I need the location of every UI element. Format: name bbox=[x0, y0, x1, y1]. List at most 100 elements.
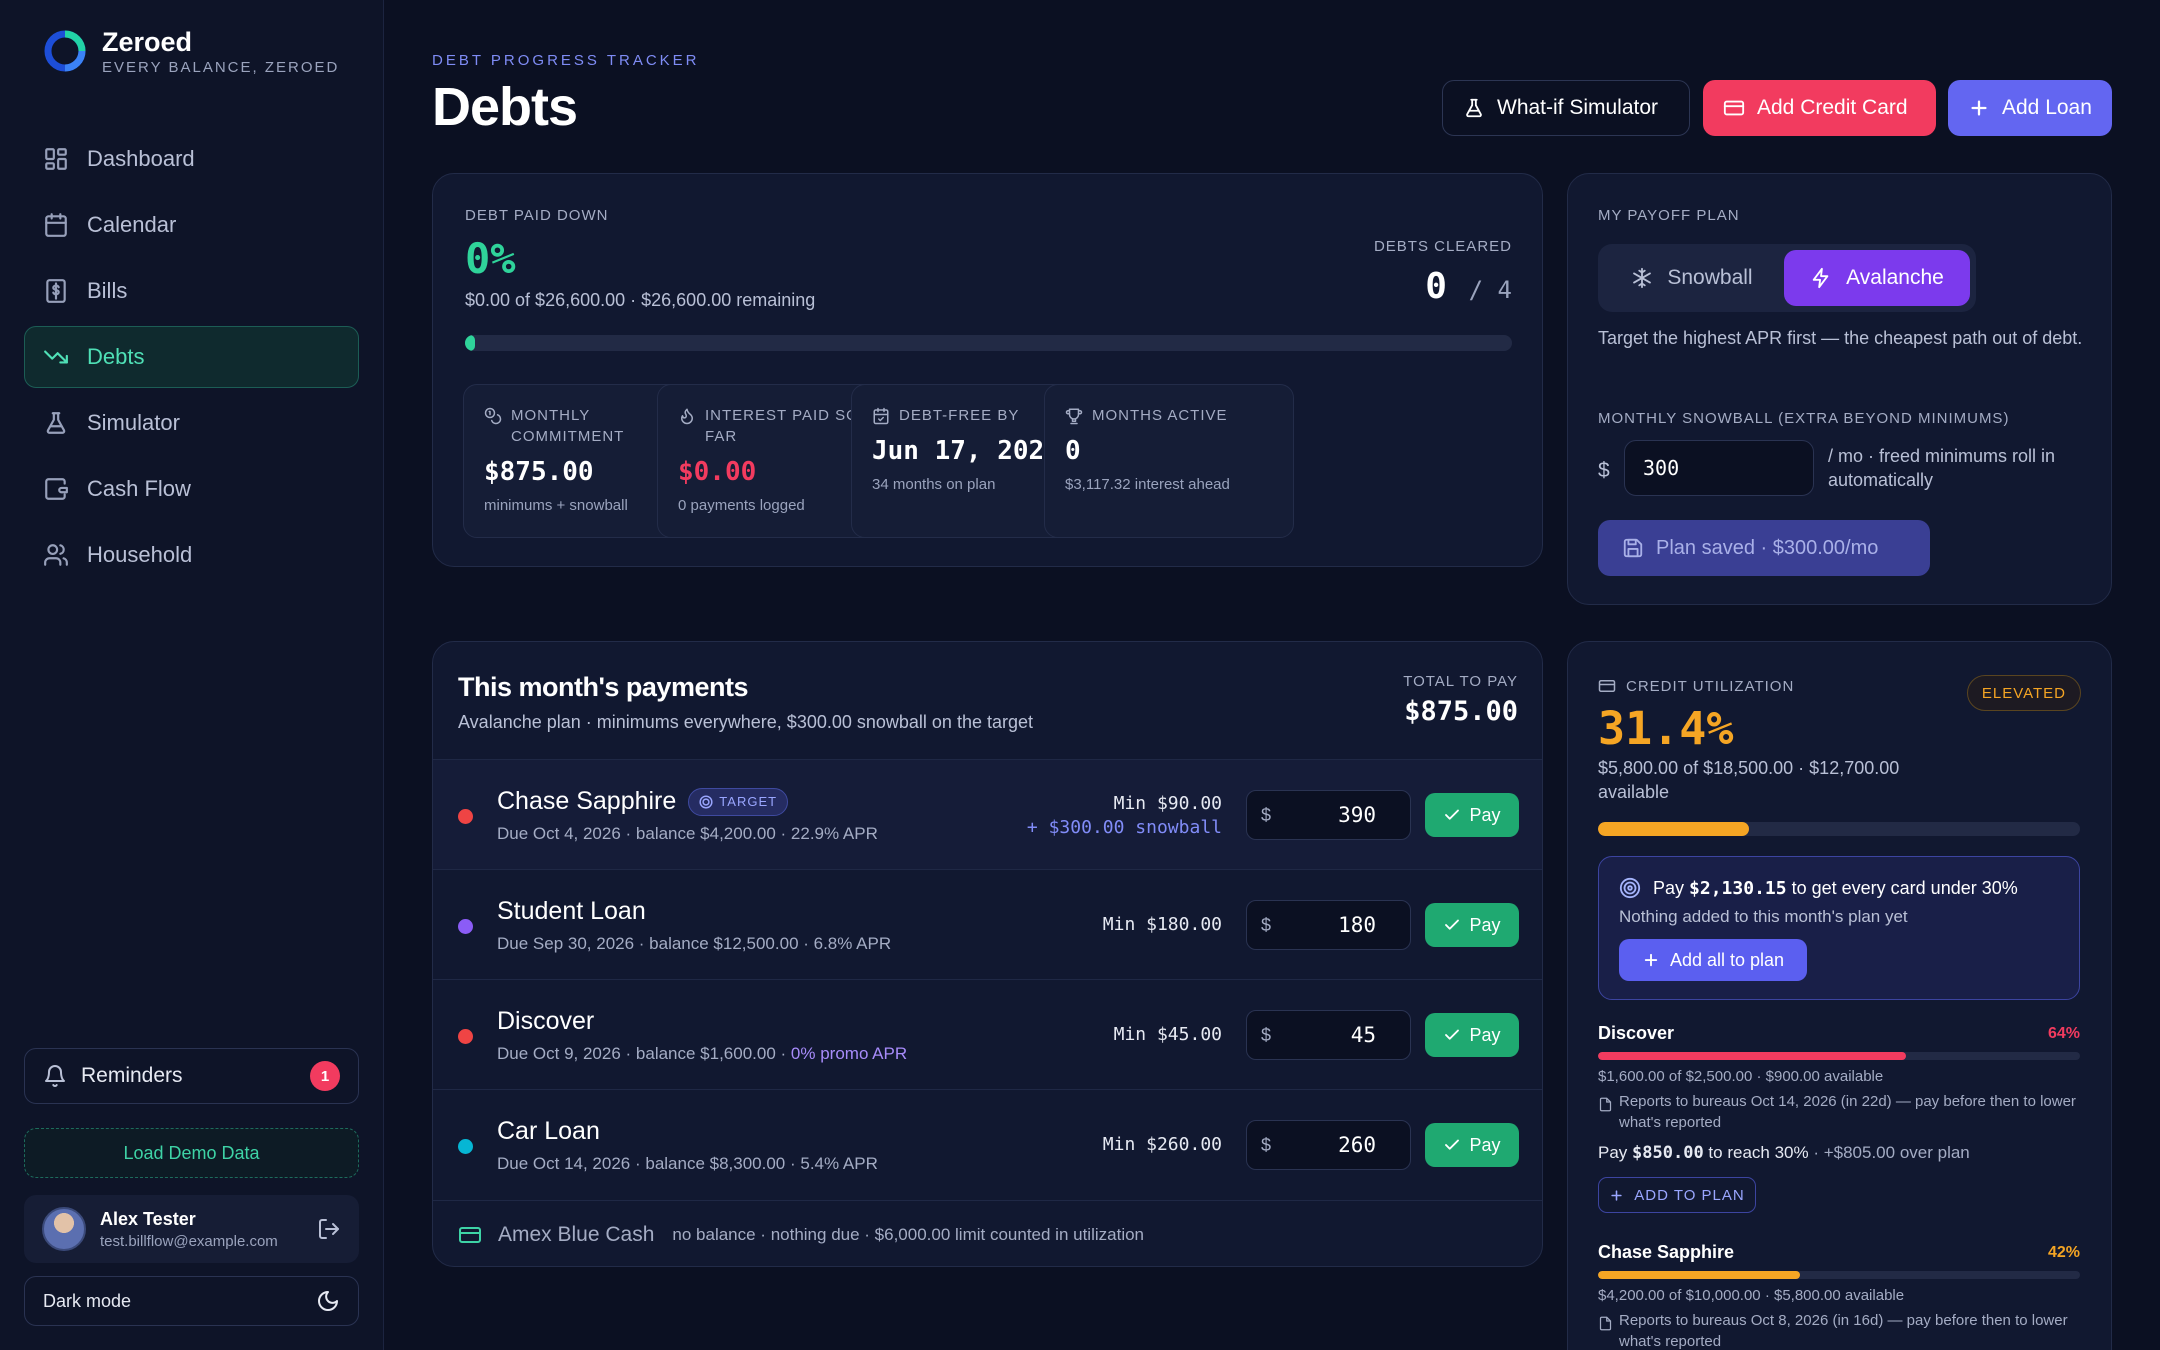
monthly-payments-panel: This month's payments Avalanche plan · m… bbox=[432, 641, 1543, 1267]
card-report-text: Reports to bureaus Oct 8, 2026 (in 16d) … bbox=[1619, 1312, 2068, 1350]
user-email: test.billflow@example.com bbox=[100, 1232, 278, 1250]
currency-symbol: $ bbox=[1261, 1135, 1272, 1155]
target-badge: TARGET bbox=[688, 787, 789, 816]
target-icon bbox=[1619, 877, 1641, 899]
pay-label: Pay bbox=[1469, 1024, 1501, 1045]
card-utilization-discover: Discover 64% $1,600.00 of $2,500.00 · $9… bbox=[1598, 1023, 2080, 1213]
monthly-snowball-label: MONTHLY SNOWBALL (EXTRA BEYOND MINIMUMS) bbox=[1598, 410, 2010, 427]
card-report-text: Reports to bureaus Oct 14, 2026 (in 22d)… bbox=[1619, 1093, 2076, 1131]
sidebar-item-calendar[interactable]: Calendar bbox=[24, 194, 359, 256]
trending-down-icon bbox=[44, 350, 68, 364]
plan-description: Target the highest APR first — the cheap… bbox=[1598, 328, 2083, 348]
minimum-payment: Min $45.00 bbox=[1114, 1024, 1222, 1045]
lightning-icon bbox=[1812, 267, 1829, 289]
dark-mode-label: Dark mode bbox=[43, 1290, 132, 1311]
pay-label: Pay bbox=[1469, 914, 1501, 935]
sidebar-item-label: Debts bbox=[87, 344, 145, 369]
total-to-pay-value: $875.00 bbox=[1404, 696, 1518, 727]
zeroed-logo-icon bbox=[44, 30, 86, 72]
sidebar-item-label: Simulator bbox=[87, 410, 180, 435]
credit-card-icon bbox=[1723, 100, 1745, 116]
strategy-toggle: Snowball Avalanche bbox=[1598, 244, 1976, 312]
check-icon bbox=[1445, 809, 1460, 820]
add-loan-button[interactable]: Add Loan bbox=[1948, 80, 2112, 136]
plus-icon bbox=[1644, 953, 1658, 967]
payment-amount-input[interactable]: $180 bbox=[1246, 900, 1411, 950]
sidebar-item-simulator[interactable]: Simulator bbox=[24, 392, 359, 454]
add-loan-label: Add Loan bbox=[2002, 96, 2092, 119]
sidebar-item-label: Cash Flow bbox=[87, 476, 191, 501]
brand[interactable]: Zeroed EVERY BALANCE, ZEROED bbox=[40, 26, 339, 76]
avalanche-option[interactable]: Avalanche bbox=[1784, 250, 1970, 306]
payment-amount-input[interactable]: $260 bbox=[1246, 1120, 1411, 1170]
payment-amount-input[interactable]: $45 bbox=[1246, 1010, 1411, 1060]
nudge-post: to get every card under 30% bbox=[1791, 877, 2018, 898]
payment-amount-value: 45 bbox=[1350, 1023, 1376, 1047]
reminders-button[interactable]: Reminders 1 bbox=[24, 1048, 359, 1104]
card-utilization-chase-sapphire: Chase Sapphire 42% $4,200.00 of $10,000.… bbox=[1598, 1242, 2080, 1350]
add-all-to-plan-button[interactable]: Add all to plan bbox=[1619, 939, 1807, 981]
check-icon bbox=[1445, 1139, 1460, 1150]
pay-button[interactable]: Pay bbox=[1425, 903, 1519, 947]
utilization-nudge: Pay $2,130.15 to get every card under 30… bbox=[1598, 856, 2080, 1000]
debt-name-line: Car Loan bbox=[497, 1117, 600, 1146]
sidebar-item-debts[interactable]: Debts bbox=[24, 326, 359, 388]
add-to-plan-button[interactable]: ADD TO PLAN bbox=[1598, 1177, 1756, 1213]
sidebar-item-household[interactable]: Household bbox=[24, 524, 359, 586]
dark-mode-toggle[interactable]: Dark mode bbox=[24, 1276, 359, 1326]
bill-icon bbox=[46, 279, 66, 303]
snowflake-icon bbox=[1633, 267, 1652, 289]
load-demo-data-button[interactable]: Load Demo Data bbox=[24, 1128, 359, 1178]
card-name: Discover bbox=[1598, 1023, 1675, 1043]
debt-summary-panel: DEBT PAID DOWN 0% $0.00 of $26,600.00 · … bbox=[432, 173, 1543, 567]
pay-button[interactable]: Pay bbox=[1425, 1013, 1519, 1057]
stat-card-months-active: MONTHS ACTIVE 0 $3,117.32 interest ahead bbox=[1044, 384, 1294, 538]
logout-icon[interactable] bbox=[317, 1217, 341, 1241]
reminders-count-badge: 1 bbox=[310, 1061, 340, 1091]
snowball-amount-input[interactable] bbox=[1624, 440, 1814, 496]
what-if-simulator-button[interactable]: What-if Simulator bbox=[1442, 80, 1690, 136]
minimum-payment-text: Min $45.00 bbox=[1113, 1024, 1222, 1045]
sidebar-item-label: Bills bbox=[87, 278, 128, 303]
debt-meta: Due Oct 4, 2026 · balance $4,200.00 · 22… bbox=[497, 824, 878, 844]
card-utilization-fill bbox=[1598, 1271, 1801, 1279]
plan-saved-button[interactable]: Plan saved · $300.00/mo bbox=[1598, 520, 1930, 576]
debt-meta-text: Due Oct 9, 2026 · balance $1,600.00 · bbox=[497, 1044, 791, 1063]
check-icon bbox=[1445, 1029, 1460, 1040]
total-to-pay-label: TOTAL TO PAY bbox=[1403, 673, 1518, 690]
currency-symbol: $ bbox=[1261, 805, 1272, 825]
debt-color-dot bbox=[458, 919, 473, 934]
debt-meta: Due Sep 30, 2026 · balance $12,500.00 · … bbox=[497, 934, 891, 954]
payments-subtitle: Avalanche plan · minimums everywhere, $3… bbox=[458, 712, 1033, 732]
debt-color-dot bbox=[458, 1139, 473, 1154]
sidebar-item-label: Calendar bbox=[87, 212, 177, 237]
payment-amount-value: 390 bbox=[1338, 803, 1376, 827]
credit-utilization-label: CREDIT UTILIZATION bbox=[1626, 677, 1795, 695]
card-report-note: Reports to bureaus Oct 8, 2026 (in 16d) … bbox=[1598, 1310, 2080, 1350]
payments-title: This month's payments bbox=[458, 672, 748, 702]
sidebar-item-bills[interactable]: Bills bbox=[24, 260, 359, 322]
sidebar-item-cash-flow[interactable]: Cash Flow bbox=[24, 458, 359, 520]
payoff-plan-label: MY PAYOFF PLAN bbox=[1598, 207, 1740, 224]
bell-icon bbox=[45, 1065, 65, 1087]
debt-name-line: Discover bbox=[497, 1007, 594, 1036]
users-icon bbox=[44, 544, 68, 566]
utilization-summary: $5,800.00 of $18,500.00 · $12,700.00 ava… bbox=[1598, 758, 1900, 802]
sidebar-item-dashboard[interactable]: Dashboard bbox=[24, 128, 359, 190]
snowball-option[interactable]: Snowball bbox=[1604, 250, 1780, 306]
pay-label: Pay bbox=[1469, 1134, 1501, 1155]
add-credit-card-button[interactable]: Add Credit Card bbox=[1703, 80, 1936, 136]
minimum-payment-text: Min $180.00 bbox=[1102, 914, 1222, 935]
card-utilization-fill bbox=[1598, 1052, 1907, 1060]
nudge-pre: Pay bbox=[1653, 877, 1685, 898]
card-pay-amount: $850.00 bbox=[1632, 1143, 1704, 1163]
brand-tagline: EVERY BALANCE, ZEROED bbox=[102, 58, 340, 76]
debt-progress-fill bbox=[465, 335, 476, 351]
payment-amount-input[interactable]: $390 bbox=[1246, 790, 1411, 840]
amex-note: no balance · nothing due · $6,000.00 lim… bbox=[672, 1224, 1144, 1244]
debts-cleared-count: 0 bbox=[1425, 266, 1447, 307]
nudge-message: Pay $2,130.15 to get every card under 30… bbox=[1619, 877, 2018, 899]
pay-button[interactable]: Pay bbox=[1425, 1123, 1519, 1167]
pay-button[interactable]: Pay bbox=[1425, 793, 1519, 837]
add-credit-card-label: Add Credit Card bbox=[1757, 96, 1908, 119]
